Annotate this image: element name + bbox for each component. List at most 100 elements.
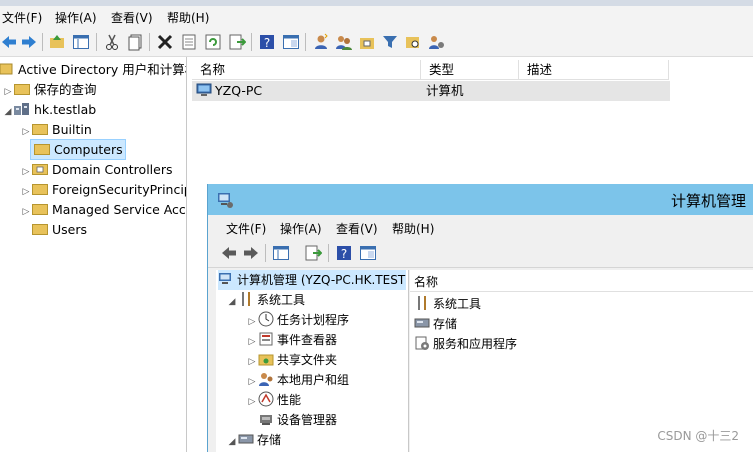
aduc-toolbar: ? bbox=[0, 28, 753, 57]
collapse-arrow-icon[interactable]: ◢ bbox=[226, 432, 238, 452]
show-tree-icon[interactable] bbox=[72, 33, 90, 51]
tree-item-label: 本地用户和组 bbox=[277, 373, 350, 387]
tree-item-builtin[interactable]: ▷ Builtin bbox=[20, 120, 92, 140]
tree-item-label: 保存的查询 bbox=[34, 82, 97, 97]
expand-arrow-icon[interactable]: ▷ bbox=[246, 392, 258, 412]
list-item-label: 存储 bbox=[433, 317, 458, 331]
cm-tree-event-viewer[interactable]: ▷ 事件查看器 bbox=[246, 330, 337, 350]
back-arrow-icon[interactable] bbox=[220, 244, 238, 262]
expand-arrow-icon[interactable]: ▷ bbox=[246, 352, 258, 372]
toolbar-separator bbox=[96, 33, 97, 51]
cm-tree-task-scheduler[interactable]: ▷ 任务计划程序 bbox=[246, 310, 349, 330]
menu-file[interactable]: 文件(F) bbox=[226, 220, 266, 237]
menu-view[interactable]: 查看(V) bbox=[111, 9, 153, 26]
tree-item-label: ForeignSecurityPrincipals bbox=[52, 182, 186, 197]
export-icon[interactable] bbox=[228, 33, 246, 51]
console-icon[interactable] bbox=[359, 244, 377, 262]
tree-item-computers[interactable]: Computers bbox=[30, 139, 126, 160]
system-tools-icon bbox=[418, 296, 426, 310]
forward-arrow-icon[interactable] bbox=[242, 244, 260, 262]
forward-arrow-icon[interactable] bbox=[20, 33, 38, 51]
users-icon bbox=[259, 373, 273, 386]
folder-icon bbox=[32, 124, 48, 135]
cm-tree-root[interactable]: 计算机管理 (YZQ-PC.HK.TEST bbox=[218, 270, 406, 290]
folder-icon bbox=[32, 224, 48, 235]
export-icon[interactable] bbox=[304, 244, 322, 262]
find-icon[interactable] bbox=[404, 33, 422, 51]
help-icon[interactable]: ? bbox=[258, 33, 276, 51]
collapse-arrow-icon[interactable]: ◢ bbox=[226, 292, 238, 312]
copy-icon[interactable] bbox=[126, 33, 144, 51]
delete-icon[interactable] bbox=[156, 33, 174, 51]
cm-tree-shared-folders[interactable]: ▷ 共享文件夹 bbox=[246, 350, 337, 370]
menu-help[interactable]: 帮助(H) bbox=[392, 220, 434, 237]
expand-arrow-icon[interactable]: ▷ bbox=[2, 82, 14, 102]
column-header-description[interactable]: 描述 bbox=[519, 60, 669, 80]
cm-menubar: 文件(F) 操作(A) 查看(V) 帮助(H) bbox=[208, 215, 753, 239]
tree-item-users[interactable]: Users bbox=[32, 220, 87, 240]
svg-text:?: ? bbox=[341, 247, 347, 261]
console-icon[interactable] bbox=[282, 33, 300, 51]
filter-icon[interactable] bbox=[381, 33, 399, 51]
tree-item-label: Builtin bbox=[52, 122, 92, 137]
toolbar-separator bbox=[251, 33, 252, 51]
folder-icon bbox=[32, 184, 48, 195]
collapse-arrow-icon[interactable]: ◢ bbox=[2, 102, 14, 122]
cm-tree-storage[interactable]: ◢ 存储 bbox=[226, 430, 281, 450]
window-title-bar[interactable]: 计算机管理 bbox=[208, 184, 753, 215]
tree-item-managed-service-accounts[interactable]: ▷ Managed Service Accounts bbox=[20, 200, 186, 222]
tree-item-label: Domain Controllers bbox=[52, 162, 173, 177]
tree-item-foreign-security-principals[interactable]: ▷ ForeignSecurityPrincipals bbox=[20, 180, 186, 202]
new-user-icon[interactable] bbox=[312, 33, 330, 51]
expand-arrow-icon[interactable]: ▷ bbox=[246, 332, 258, 352]
up-folder-icon[interactable] bbox=[48, 33, 66, 51]
storage-icon bbox=[238, 434, 254, 444]
menu-file[interactable]: 文件(F) bbox=[2, 9, 42, 26]
list-item-services-apps[interactable]: 服务和应用程序 bbox=[414, 334, 517, 354]
add-to-group-icon[interactable] bbox=[427, 33, 445, 51]
back-arrow-icon[interactable] bbox=[0, 33, 18, 51]
cm-tree-local-users-groups[interactable]: ▷ 本地用户和组 bbox=[246, 370, 349, 390]
menu-help[interactable]: 帮助(H) bbox=[167, 9, 209, 26]
expand-arrow-icon[interactable]: ▷ bbox=[246, 312, 258, 332]
expand-arrow-icon[interactable]: ▷ bbox=[20, 182, 32, 202]
list-item-storage[interactable]: 存储 bbox=[414, 314, 457, 334]
cut-icon[interactable] bbox=[103, 33, 121, 51]
help-icon[interactable]: ? bbox=[335, 244, 353, 262]
folder-icon bbox=[34, 144, 50, 155]
aduc-tree-pane: Active Directory 用户和计算机 ▷ 保存的查询 ◢ hk.testl… bbox=[0, 57, 187, 452]
computer-management-icon bbox=[218, 193, 233, 208]
cm-tree-root-label: 计算机管理 (YZQ-PC.HK.TEST bbox=[237, 273, 406, 287]
window-title: 计算机管理 bbox=[670, 192, 746, 210]
column-header-type[interactable]: 类型 bbox=[421, 60, 519, 80]
expand-arrow-icon[interactable]: ▷ bbox=[246, 372, 258, 392]
show-tree-icon[interactable] bbox=[272, 244, 290, 262]
column-header-name[interactable]: 名称 bbox=[410, 272, 753, 292]
tree-item-domain[interactable]: ◢ hk.testlab bbox=[2, 100, 97, 122]
tree-item-label: Computers bbox=[54, 142, 123, 157]
tree-root[interactable]: Active Directory 用户和计算机 bbox=[0, 60, 186, 80]
new-ou-icon[interactable] bbox=[358, 33, 376, 51]
system-tools-icon bbox=[242, 292, 250, 306]
refresh-icon[interactable] bbox=[204, 33, 222, 51]
aduc-menubar: 文件(F) 操作(A) 查看(V) 帮助(H) bbox=[0, 6, 753, 28]
properties-icon[interactable] bbox=[180, 33, 198, 51]
menu-action[interactable]: 操作(A) bbox=[280, 220, 322, 237]
column-header-name[interactable]: 名称 bbox=[192, 60, 421, 80]
cm-tree-performance[interactable]: ▷ 性能 bbox=[246, 390, 301, 410]
toolbar-separator bbox=[42, 33, 43, 51]
menu-view[interactable]: 查看(V) bbox=[336, 220, 378, 237]
tree-item-domain-controllers[interactable]: ▷ Domain Controllers bbox=[20, 160, 173, 182]
tree-item-label: 存储 bbox=[257, 433, 282, 447]
cm-tree-system-tools[interactable]: ◢ 系统工具 bbox=[226, 290, 305, 310]
expand-arrow-icon[interactable]: ▷ bbox=[20, 162, 32, 182]
event-viewer-icon bbox=[259, 332, 273, 346]
new-group-icon[interactable] bbox=[335, 33, 353, 51]
tree-item-label: 共享文件夹 bbox=[277, 353, 338, 367]
cm-tree-device-manager[interactable]: 设备管理器 bbox=[258, 410, 337, 430]
expand-arrow-icon[interactable]: ▷ bbox=[20, 202, 32, 222]
list-item-computer[interactable]: YZQ-PC 计算机 bbox=[192, 81, 670, 101]
menu-action[interactable]: 操作(A) bbox=[55, 9, 97, 26]
tree-item-saved-queries[interactable]: ▷ 保存的查询 bbox=[2, 80, 97, 100]
list-item-system-tools[interactable]: 系统工具 bbox=[414, 294, 481, 314]
